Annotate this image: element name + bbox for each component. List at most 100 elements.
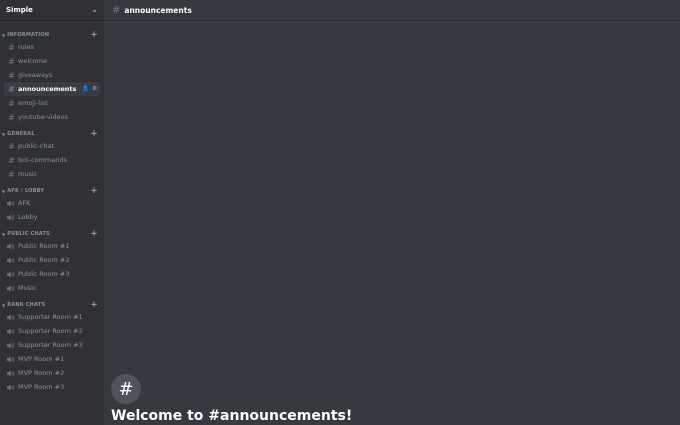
category-toggle[interactable]: ▼ INFORMATION [2,32,49,38]
add-channel-icon[interactable]: + [90,129,98,139]
channel-name: emoji-list [18,99,48,107]
speaker-icon [7,214,16,221]
voice-channel-item[interactable]: MVP Room #3 [4,380,100,394]
voice-channel-item[interactable]: Public Room #2 [4,253,100,267]
hash-icon: # [8,112,15,122]
server-name: Simple [6,6,33,14]
category-header[interactable]: ▼ INFORMATION + [0,30,104,40]
hash-icon: # [8,56,15,66]
category-toggle[interactable]: ▼ PUBLIC CHATS [2,231,50,237]
text-channel-item[interactable]: # bot-commands [4,153,100,167]
text-channel-item[interactable]: # announcements 👤 ⚙ [4,82,100,96]
channel-name: Music [18,284,37,292]
channel-name: MVP Room #3 [18,383,65,391]
category-toggle[interactable]: ▼ RANK CHATS [2,302,45,308]
speaker-icon [7,328,16,335]
add-channel-icon[interactable]: + [90,300,98,310]
add-channel-icon[interactable]: + [90,186,98,196]
channel-name: MVP Room #1 [18,355,65,363]
voice-channel-item[interactable]: MVP Room #2 [4,366,100,380]
channel-title: announcements [124,5,192,15]
channel-name: Public Room #1 [18,242,70,250]
speaker-icon [7,384,16,391]
voice-channel-item[interactable]: Supporter Room #1 [4,310,100,324]
channel-name: Lobby [18,213,38,221]
hash-icon: # [8,84,15,94]
speaker-icon [7,200,16,207]
channel-name: rules [18,43,34,51]
caret-down-icon: ▼ [2,32,6,38]
welcome-section: # Welcome to #announcements! [111,374,352,424]
speaker-icon [7,271,16,278]
hash-icon: # [111,374,141,404]
chevron-down-icon[interactable]: ⌄ [91,6,98,14]
channel-name: Supporter Room #1 [18,313,83,321]
category-header[interactable]: ▼ AFK / LOBBY + [0,186,104,196]
category-toggle[interactable]: ▼ GENERAL [2,131,35,137]
channel-name: public-chat [18,142,55,150]
text-channel-item[interactable]: # public-chat [4,139,100,153]
hash-icon: # [112,4,121,16]
speaker-icon [7,257,16,264]
hash-icon: # [8,70,15,80]
text-channel-item[interactable]: # rules [4,40,100,54]
category-name: RANK CHATS [7,302,46,308]
category-name: GENERAL [7,131,35,137]
caret-down-icon: ▼ [2,188,6,194]
channel-sidebar: Simple ⌄ ▼ INFORMATION + # rules # welcome # giv… [0,0,104,425]
caret-down-icon: ▼ [2,231,6,237]
hash-icon: # [8,169,15,179]
channel-name: MVP Room #2 [18,369,65,377]
speaker-icon [7,342,16,349]
channel-list: ▼ INFORMATION + # rules # welcome # giveaways # an… [0,20,104,394]
category-header[interactable]: ▼ PUBLIC CHATS + [0,229,104,239]
category-name: PUBLIC CHATS [7,231,51,237]
text-channel-item[interactable]: # welcome [4,54,100,68]
voice-channel-item[interactable]: Music [4,281,100,295]
channel-header: # announcements [104,0,680,20]
text-channel-item[interactable]: # emoji-list [4,96,100,110]
hash-icon: # [8,42,15,52]
speaker-icon [7,243,16,250]
text-channel-item[interactable]: # giveaways [4,68,100,82]
category-toggle[interactable]: ▼ AFK / LOBBY [2,188,44,194]
welcome-title: Welcome to #announcements! [111,408,353,424]
voice-channel-item[interactable]: Lobby [4,210,100,224]
category-header[interactable]: ▼ GENERAL + [0,129,104,139]
speaker-icon [7,285,16,292]
channel-name: Supporter Room #3 [18,341,83,349]
hash-icon: # [8,141,15,151]
invite-icon[interactable]: 👤 [82,86,89,92]
add-channel-icon[interactable]: + [90,229,98,239]
channel-name: announcements [18,85,77,93]
channel-name: youtube-videos [18,113,69,121]
channel-name: music [18,170,38,178]
voice-channel-item[interactable]: Supporter Room #2 [4,324,100,338]
voice-channel-item[interactable]: Public Room #3 [4,267,100,281]
hash-icon: # [8,98,15,108]
channel-name: bot-commands [18,156,67,164]
caret-down-icon: ▼ [2,131,6,137]
channel-name: AFK [18,199,31,207]
voice-channel-item[interactable]: Supporter Room #3 [4,338,100,352]
server-header[interactable]: Simple ⌄ [0,0,104,20]
voice-channel-item[interactable]: Public Room #1 [4,239,100,253]
hash-icon: # [8,155,15,165]
channel-name: Public Room #2 [18,256,70,264]
speaker-icon [7,356,16,363]
text-channel-item[interactable]: # youtube-videos [4,110,100,124]
channel-name: Supporter Room #2 [18,327,83,335]
gear-icon[interactable]: ⚙ [92,86,97,92]
channel-name: welcome [18,57,48,65]
speaker-icon [7,314,16,321]
category-header[interactable]: ▼ RANK CHATS + [0,300,104,310]
voice-channel-item[interactable]: MVP Room #1 [4,352,100,366]
add-channel-icon[interactable]: + [90,30,98,40]
voice-channel-item[interactable]: AFK [4,196,100,210]
category-name: INFORMATION [7,32,50,38]
channel-name: giveaways [18,71,53,79]
text-channel-item[interactable]: # music [4,167,100,181]
caret-down-icon: ▼ [2,302,6,308]
channel-name: Public Room #3 [18,270,70,278]
category-name: AFK / LOBBY [7,188,45,194]
